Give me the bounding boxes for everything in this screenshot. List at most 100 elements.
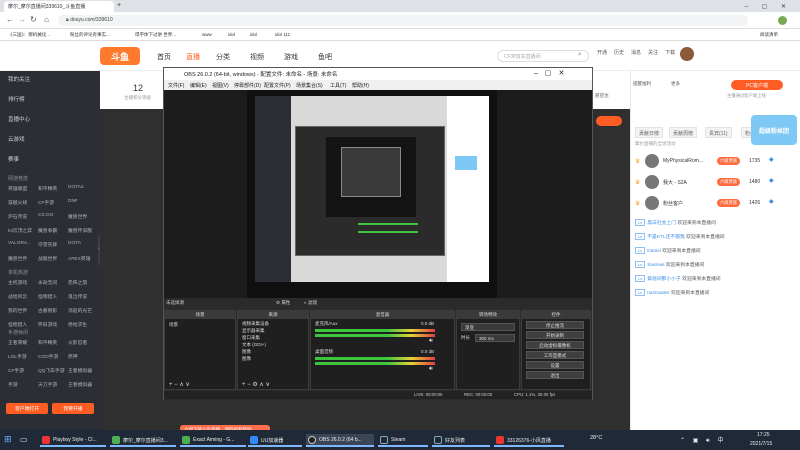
- tab-day-rank[interactable]: 贡献日榜: [635, 127, 664, 138]
- sidebar-item-esports[interactable]: 赛事: [8, 155, 19, 163]
- source-item[interactable]: 图像: [242, 349, 251, 355]
- browser-tab-active[interactable]: 摩尔_摩尔直播间339610_斗鱼直播: [4, 1, 114, 12]
- clock-date[interactable]: 2021/7/15: [750, 441, 772, 447]
- source-item[interactable]: 显示器采集: [242, 328, 265, 334]
- tab-vip[interactable]: 贵宾(11): [705, 127, 732, 138]
- start-record-button[interactable]: 开始录制: [526, 331, 584, 339]
- obs-menu-scenecoll[interactable]: 场景集合(S): [296, 82, 323, 89]
- back-icon[interactable]: ←: [6, 15, 14, 24]
- taskbar-item-obs[interactable]: OBS 26.0.2 (64 b...: [306, 434, 374, 447]
- sidebar-category[interactable]: 魔兽世界: [8, 255, 27, 262]
- sidebar-category[interactable]: 永劫无间: [38, 279, 57, 286]
- obs-window[interactable]: OBS 26.0.2 (64-bit, windows) - 配置文件: 未命名…: [163, 67, 593, 400]
- stop-stream-button[interactable]: 停止推流: [526, 321, 584, 329]
- url-input[interactable]: 🔒︎ douyu.com/339610: [58, 15, 748, 26]
- obs-menu-help[interactable]: 帮助(H): [352, 82, 369, 89]
- sidebar-item-follow[interactable]: 我的关注: [8, 75, 30, 83]
- obs-window-controls[interactable]: –▢✕: [534, 69, 571, 77]
- sidebar-category[interactable]: 鬼泣传说: [68, 293, 87, 300]
- sidebar-item-rank[interactable]: 排行榜: [8, 95, 25, 103]
- sidebar-category[interactable]: QQ飞车手游: [38, 367, 65, 374]
- douyu-logo[interactable]: 斗鱼: [100, 47, 140, 65]
- profile-avatar-icon[interactable]: [778, 16, 787, 25]
- scene-item[interactable]: 场景: [169, 322, 178, 328]
- chat-message[interactable]: Lv 不是KTL还不服我 欢迎来到本直播间: [635, 233, 795, 243]
- speaker-icon[interactable]: 🔊︎: [429, 338, 433, 345]
- sidebar-category[interactable]: CS:GO: [38, 213, 53, 218]
- source-item[interactable]: 文本 (GDI+): [242, 342, 266, 348]
- exit-button[interactable]: 退出: [526, 371, 584, 379]
- sidebar-category[interactable]: 火影忍者: [68, 339, 87, 346]
- bookmark-item[interactable]: 得字体下过讲 世界...: [135, 32, 176, 38]
- sidebar-item-center[interactable]: 直播中心: [8, 115, 30, 123]
- chat-message[interactable]: Lv 黑白社会上门 欢迎来到本直播间: [635, 219, 795, 229]
- rank-row[interactable]: ♛ 我大 - S2A 六级贵族 1480 ◆: [635, 174, 795, 192]
- sidebar-category[interactable]: 穿越火线: [8, 199, 27, 206]
- source-item[interactable]: 窗口采集: [242, 335, 260, 341]
- chat-message[interactable]: Lv Sasmas 欢迎来到本直播间: [635, 261, 795, 271]
- start-live-button[interactable]: 我要开播: [52, 403, 94, 414]
- sidebar-category[interactable]: 我的世界: [8, 307, 27, 314]
- sidebar-category[interactable]: 魔兽世界: [68, 213, 87, 220]
- taskbar-item-chrome2[interactable]: Exact Aiming - G...: [180, 434, 246, 447]
- chat-user[interactable]: 黑白社会上门: [647, 221, 676, 226]
- source-add-remove[interactable]: + − ⚙ ∧ ∨: [242, 381, 270, 388]
- chat-user[interactable]: 不是KTL还不服我: [647, 235, 685, 240]
- more-button[interactable]: 更多: [671, 81, 680, 87]
- header-icon-open[interactable]: 开通: [597, 49, 607, 56]
- forward-icon[interactable]: →: [18, 15, 26, 24]
- windows-start-icon[interactable]: ⊞: [4, 434, 12, 445]
- search-input[interactable]: CF末班车直播间: [497, 50, 589, 62]
- sidebar-category[interactable]: 手游: [8, 381, 18, 388]
- sidebar-category[interactable]: 怪物猎人: [8, 321, 27, 328]
- settings-button[interactable]: 设置: [526, 361, 584, 369]
- sidebar-category[interactable]: 守望先锋: [38, 241, 57, 248]
- sidebar-category[interactable]: DOTA: [68, 241, 81, 246]
- bookmark-item[interactable]: idol: [228, 32, 235, 37]
- sidebar-category[interactable]: 消逝的光芒: [68, 307, 92, 314]
- sidebar-category[interactable]: 王者模拟器: [68, 367, 92, 374]
- transition-select[interactable]: 渐变: [461, 323, 515, 331]
- taskbar-item-live[interactable]: 33126376-小风直播: [494, 434, 564, 447]
- new-tab-button[interactable]: +: [115, 1, 127, 12]
- super-fans-banner[interactable]: 超级粉丝团: [751, 115, 797, 145]
- weather-text[interactable]: 28°C: [590, 435, 602, 441]
- sidebar-category[interactable]: LOL手游: [8, 353, 27, 360]
- sidebar-category[interactable]: COD手游: [38, 353, 58, 360]
- sidebar-category[interactable]: lol云顶之弈: [8, 227, 32, 234]
- sidebar-category[interactable]: APEX英雄: [68, 255, 90, 262]
- sidebar-category[interactable]: 战舰世界: [38, 255, 57, 262]
- tip-button[interactable]: 提醒福利: [633, 81, 651, 87]
- taskbar-item-chrome[interactable]: 摩尔_摩尔直播间3...: [110, 434, 176, 447]
- tab-week-rank[interactable]: 贡献周榜: [669, 127, 698, 138]
- obs-menu-profile[interactable]: 配置文件(P): [264, 82, 291, 89]
- speaker-icon[interactable]: 🔊︎: [429, 366, 433, 373]
- sidebar-category[interactable]: 炉石传说: [8, 213, 27, 220]
- chat-user[interactable]: Daniel: [647, 249, 661, 254]
- bookmark-item[interactable]: www: [202, 32, 212, 37]
- source-item[interactable]: 视频采集设备: [242, 321, 269, 327]
- chat-user[interactable]: Sasmas: [647, 263, 664, 268]
- obs-menu-file[interactable]: 文件(F): [168, 82, 184, 89]
- header-icon-message[interactable]: 消息: [631, 49, 641, 56]
- header-icon-follow[interactable]: 关注: [648, 49, 658, 56]
- bookmark-item[interactable]: idol 111: [275, 32, 290, 37]
- taskbar-item-music[interactable]: Playboy Style - Cl...: [40, 434, 106, 447]
- home-icon[interactable]: ⌂: [44, 15, 49, 24]
- obs-menu-view[interactable]: 视图(V): [212, 82, 229, 89]
- nav-category[interactable]: 分类: [216, 52, 230, 62]
- nav-games[interactable]: 游戏: [284, 52, 298, 62]
- sidebar-category[interactable]: 天刀手游: [38, 381, 57, 388]
- sidebar-category[interactable]: 古墓丽影: [38, 307, 57, 314]
- nav-video[interactable]: 视频: [250, 52, 264, 62]
- bookmark-item[interactable]: 粉丝的评论有事实...: [70, 32, 110, 38]
- obs-menu-edit[interactable]: 编辑(E): [190, 82, 207, 89]
- clock-time[interactable]: 17:25: [757, 432, 770, 438]
- sidebar-category[interactable]: 和平精英: [38, 185, 57, 192]
- chat-user[interactable]: nazmaster: [647, 291, 669, 296]
- bookmark-item[interactable]: idol: [250, 32, 257, 37]
- sidebar-category[interactable]: CF手游: [8, 367, 24, 374]
- open-client-button[interactable]: 客户端打开: [6, 403, 48, 414]
- nav-fishbar[interactable]: 鱼吧: [318, 52, 332, 62]
- window-controls[interactable]: – ▢ ✕: [728, 1, 796, 12]
